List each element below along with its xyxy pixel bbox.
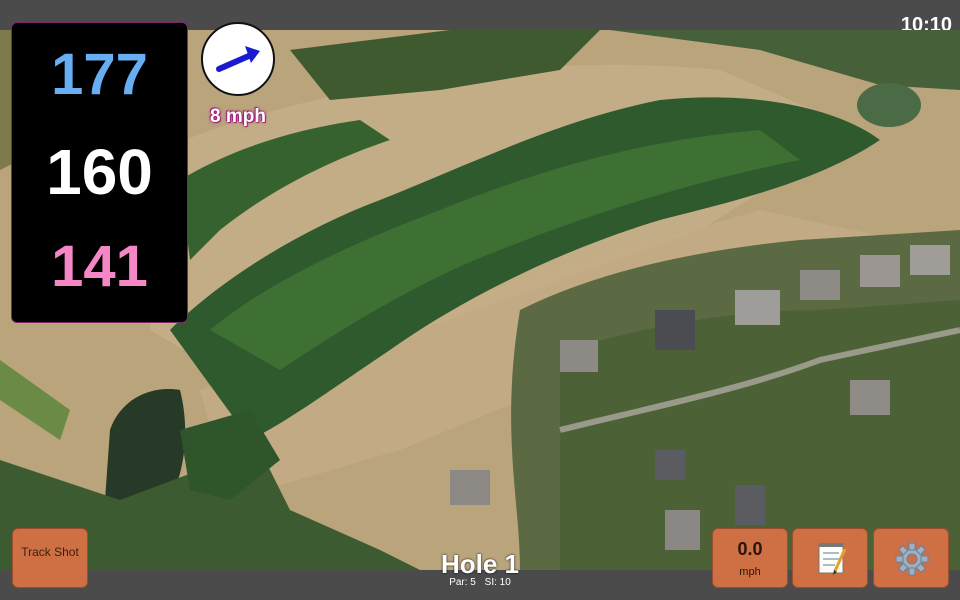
distance-panel: 177 160 141 — [11, 22, 188, 323]
hole-par: Par: 5 — [449, 577, 476, 588]
track-shot-button[interactable]: Track Shot — [12, 528, 88, 588]
hole-info: Par: 5 SI: 10 — [380, 577, 580, 589]
speed-value: 0.0 — [737, 539, 763, 559]
wind-direction-arrow-icon — [216, 46, 260, 72]
distance-back: 177 — [51, 42, 148, 107]
speed-unit: mph — [739, 566, 761, 578]
hole-title: Hole 1 — [440, 549, 520, 579]
wind-indicator[interactable] — [201, 22, 275, 96]
notes-button[interactable] — [792, 528, 868, 588]
distance-front: 141 — [51, 234, 148, 299]
settings-button[interactable] — [873, 528, 949, 588]
distance-middle: 160 — [46, 136, 153, 208]
gear-icon — [895, 542, 929, 576]
wind-speed-label: 8 mph — [210, 106, 266, 127]
notepad-icon — [818, 543, 847, 575]
speed-button[interactable]: 0.0 mph — [712, 528, 788, 588]
hole-stroke-index: SI: 10 — [484, 577, 511, 588]
